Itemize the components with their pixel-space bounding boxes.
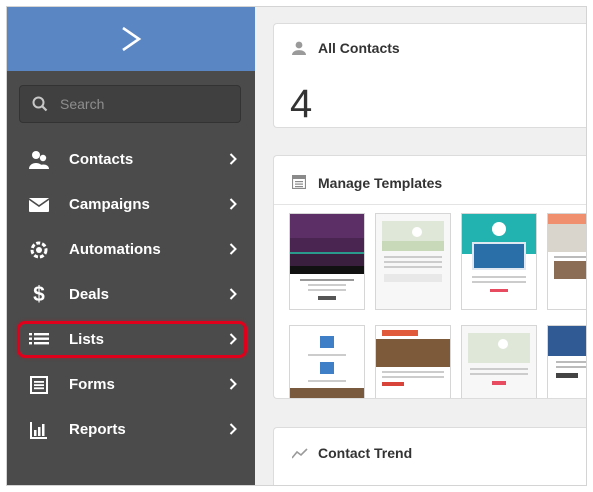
contact-trend-card: Contact Trend	[273, 427, 586, 485]
contact-trend-title: Contact Trend	[318, 445, 413, 461]
sidebar-item-deals[interactable]: $ Deals	[7, 272, 255, 317]
chevron-right-icon	[229, 287, 237, 304]
template-thumbnail[interactable]	[375, 213, 451, 310]
form-icon	[27, 373, 51, 397]
app-window: Contacts Campaigns	[6, 6, 587, 486]
template-thumbnail[interactable]	[461, 213, 537, 310]
sidebar-item-label: Contacts	[69, 151, 134, 168]
search-box[interactable]	[19, 85, 241, 123]
template-thumbnail[interactable]	[547, 325, 586, 398]
dollar-icon: $	[33, 282, 45, 306]
sidebar-item-label: Forms	[69, 376, 115, 393]
manage-templates-card: Manage Templates	[273, 155, 586, 399]
brand-logo[interactable]	[7, 7, 255, 71]
chevron-right-icon	[229, 152, 237, 169]
bar-chart-icon	[27, 418, 51, 442]
template-thumbnail[interactable]	[289, 325, 365, 398]
template-grid	[274, 204, 586, 398]
sidebar-item-campaigns[interactable]: Campaigns	[7, 182, 255, 227]
search-input[interactable]	[60, 96, 220, 112]
sidebar-nav: Contacts Campaigns Automations $ Deals L…	[7, 137, 255, 452]
chevron-logo-icon	[122, 26, 142, 52]
trend-line-icon	[291, 446, 308, 464]
template-thumbnail[interactable]	[547, 213, 586, 310]
sidebar-item-label: Automations	[69, 241, 161, 258]
template-icon	[291, 174, 307, 194]
main-content: All Contacts 4 Manage Templates Contact …	[255, 7, 586, 485]
manage-templates-title: Manage Templates	[318, 175, 443, 191]
search-icon	[20, 96, 60, 112]
gear-icon	[27, 238, 51, 262]
contacts-icon	[27, 148, 51, 172]
sidebar: Contacts Campaigns	[7, 7, 255, 485]
template-thumbnail[interactable]	[461, 325, 537, 398]
sidebar-item-label: Lists	[69, 331, 105, 348]
chevron-right-icon	[229, 197, 237, 214]
contact-count: 4	[290, 82, 313, 126]
sidebar-item-reports[interactable]: Reports	[7, 407, 255, 452]
sidebar-item-automations[interactable]: Automations	[7, 227, 255, 272]
sidebar-item-forms[interactable]: Forms	[7, 362, 255, 407]
chevron-right-icon	[229, 242, 237, 259]
sidebar-item-lists[interactable]: Lists	[7, 317, 255, 362]
list-icon	[27, 328, 51, 352]
all-contacts-title: All Contacts	[318, 40, 400, 56]
sidebar-item-label: Reports	[69, 421, 126, 438]
template-thumbnail[interactable]	[289, 213, 365, 310]
chevron-right-icon	[229, 377, 237, 394]
chevron-right-icon	[229, 422, 237, 439]
all-contacts-card[interactable]: All Contacts 4	[273, 23, 586, 128]
template-thumbnail[interactable]	[375, 325, 451, 398]
envelope-icon	[27, 193, 51, 217]
user-icon	[292, 41, 306, 60]
sidebar-item-contacts[interactable]: Contacts	[7, 137, 255, 182]
sidebar-item-label: Deals	[69, 286, 110, 303]
chevron-right-icon	[229, 332, 237, 349]
sidebar-item-label: Campaigns	[69, 196, 150, 213]
